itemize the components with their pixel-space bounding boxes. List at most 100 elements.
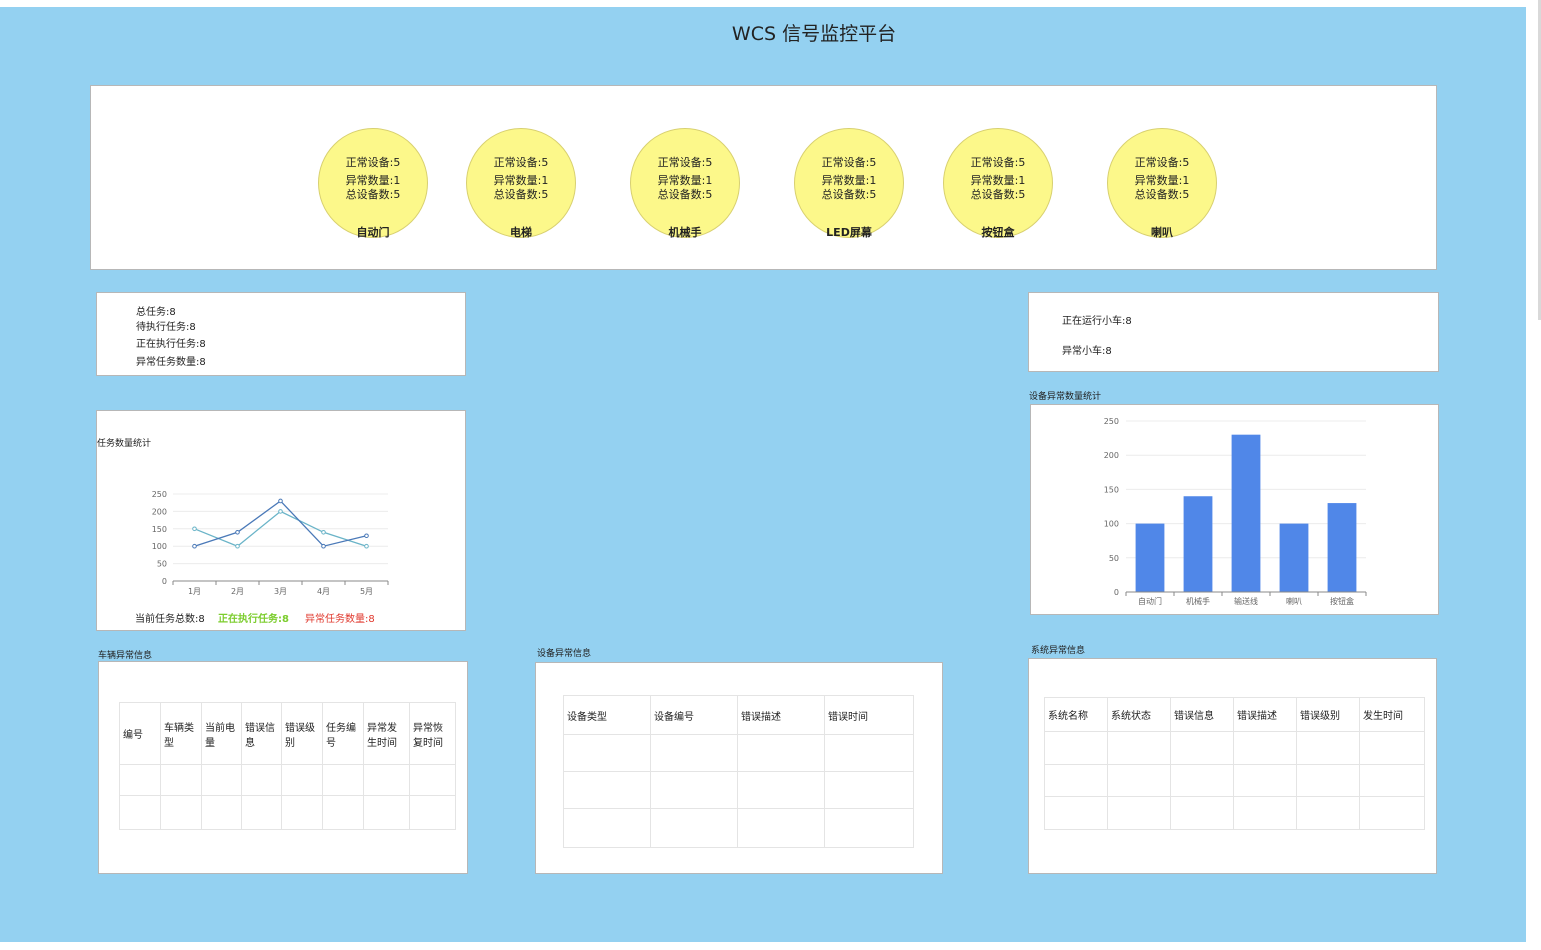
device-name: 喇叭 <box>1151 226 1173 239</box>
col-header[interactable]: 错误信息 <box>1170 697 1234 732</box>
data-point <box>192 526 197 532</box>
table-row[interactable] <box>563 771 914 809</box>
col-header[interactable]: 错误级别 <box>281 702 323 765</box>
normal-count: 正常设备:5 <box>1134 156 1190 169</box>
col-header[interactable]: 设备编号 <box>650 695 738 735</box>
data-point <box>278 509 283 514</box>
x-tick-label: 5月 <box>360 587 373 596</box>
device-circle-button-box[interactable]: 正常设备:5 异常数量:1 总设备数:5 按钮盒 <box>943 128 1053 239</box>
data-point <box>321 543 326 549</box>
device-circle-speaker[interactable]: 正常设备:5 异常数量:1 总设备数:5 喇叭 <box>1107 128 1217 239</box>
normal-count: 正常设备:5 <box>821 156 877 169</box>
device-name: LED屏幕 <box>826 226 872 239</box>
running-cars: 正在运行小车:8 <box>1062 316 1132 327</box>
page-title: WCS 信号监控平台 <box>731 23 897 45</box>
data-point <box>364 543 369 549</box>
x-tick-label: 1月 <box>188 587 201 596</box>
x-tick-label: 4月 <box>317 587 330 596</box>
y-tick-label: 200 <box>152 507 167 516</box>
table-row[interactable] <box>119 795 456 830</box>
system-table-panel: 系统名称 系统状态 错误信息 错误描述 错误级别 发生时间 <box>1028 658 1437 874</box>
table-row[interactable] <box>1044 731 1425 765</box>
device-table-panel: 设备类型 设备编号 错误描述 错误时间 <box>535 662 943 874</box>
bar <box>1279 523 1309 592</box>
running-task-count: 正在执行任务:8 <box>218 614 289 625</box>
total-count: 总设备数:5 <box>657 188 713 201</box>
col-header[interactable]: 错误时间 <box>824 695 914 735</box>
x-tick-label: 按钮盒 <box>1330 596 1354 606</box>
data-point <box>192 543 197 549</box>
y-tick-label: 100 <box>1104 520 1119 529</box>
y-tick-label: 150 <box>1104 485 1119 494</box>
total-tasks: 总任务:8 <box>136 307 176 318</box>
device-name: 按钮盒 <box>981 226 1015 239</box>
device-circle-elevator[interactable]: 正常设备:5 异常数量:1 总设备数:5 电梯 <box>466 128 576 239</box>
device-circle-led-screen[interactable]: 正常设备:5 异常数量:1 总设备数:5 LED屏幕 <box>794 128 904 239</box>
data-point <box>235 529 240 535</box>
col-header[interactable]: 异常发生时间 <box>363 702 410 765</box>
data-point <box>278 498 283 504</box>
table-row[interactable] <box>1044 764 1425 797</box>
bar <box>1135 523 1165 592</box>
task-line-chart: 0 50 100 150 200 250 1月 2月 3月 4月 5月 <box>152 490 389 596</box>
y-tick-label: 50 <box>1109 554 1119 563</box>
x-tick-label: 机械手 <box>1186 596 1210 606</box>
normal-count: 正常设备:5 <box>345 156 401 169</box>
y-tick-label: 50 <box>157 560 167 569</box>
col-header[interactable]: 系统名称 <box>1044 697 1108 732</box>
car-summary-panel: 正在运行小车:8 异常小车:8 <box>1028 292 1439 372</box>
col-header[interactable]: 当前电量 <box>201 702 242 765</box>
x-tick-label: 输送线 <box>1234 596 1258 606</box>
col-header[interactable]: 系统状态 <box>1107 697 1171 732</box>
col-header[interactable]: 异常恢复时间 <box>409 702 456 765</box>
col-header[interactable]: 编号 <box>119 702 161 765</box>
running-tasks: 正在执行任务:8 <box>136 339 206 350</box>
device-overview-panel: 正常设备:5 异常数量:1 总设备数:5 自动门 正常设备:5 异常数量:1 总… <box>90 85 1437 270</box>
total-count: 总设备数:5 <box>1134 188 1190 201</box>
table-row[interactable] <box>563 808 914 848</box>
device-name: 电梯 <box>510 226 532 239</box>
y-tick-label: 250 <box>152 490 167 499</box>
vehicle-abnormal-table: 编号 车辆类型 当前电量 错误信息 错误级别 任务编号 异常发生时间 异常恢复时… <box>119 702 456 830</box>
y-tick-label: 0 <box>1114 588 1119 597</box>
table-row[interactable] <box>119 764 456 796</box>
device-chart-panel: 0 50 100 150 200 250 自动门 机械手 输送线 喇叭 按钮盒 <box>1030 404 1439 615</box>
bar <box>1231 434 1261 592</box>
system-table-title: 系统异常信息 <box>1031 646 1086 656</box>
total-count: 总设备数:5 <box>345 188 401 201</box>
x-tick-label: 自动门 <box>1138 596 1162 606</box>
col-header[interactable]: 车辆类型 <box>160 702 202 765</box>
total-count: 总设备数:5 <box>970 188 1026 201</box>
y-tick-label: 250 <box>1104 417 1119 426</box>
table-row[interactable] <box>1044 796 1425 830</box>
col-header[interactable]: 发生时间 <box>1359 697 1425 732</box>
data-point <box>321 529 326 535</box>
y-tick-label: 100 <box>152 542 167 551</box>
device-circle-robot-arm[interactable]: 正常设备:5 异常数量:1 总设备数:5 机械手 <box>630 128 740 239</box>
device-circle-auto-door[interactable]: 正常设备:5 异常数量:1 总设备数:5 自动门 <box>318 128 428 239</box>
col-header[interactable]: 任务编号 <box>322 702 364 765</box>
table-row[interactable] <box>563 734 914 772</box>
device-abnormal-table: 设备类型 设备编号 错误描述 错误时间 <box>563 695 914 848</box>
device-chart-title: 设备异常数量统计 <box>1029 392 1102 402</box>
normal-count: 正常设备:5 <box>657 156 713 169</box>
data-point <box>364 533 369 539</box>
col-header[interactable]: 错误级别 <box>1296 697 1360 732</box>
col-header[interactable]: 错误描述 <box>737 695 825 735</box>
x-tick-label: 喇叭 <box>1286 596 1302 606</box>
abnormal-cars: 异常小车:8 <box>1062 346 1112 357</box>
system-abnormal-table: 系统名称 系统状态 错误信息 错误描述 错误级别 发生时间 <box>1044 697 1425 830</box>
col-header[interactable]: 错误信息 <box>241 702 282 765</box>
col-header[interactable]: 设备类型 <box>563 695 651 735</box>
col-header[interactable]: 错误描述 <box>1233 697 1297 732</box>
total-count: 总设备数:5 <box>821 188 877 201</box>
total-count: 总设备数:5 <box>493 188 549 201</box>
normal-count: 正常设备:5 <box>970 156 1026 169</box>
bar <box>1327 503 1357 592</box>
table-header-row: 系统名称 系统状态 错误信息 错误描述 错误级别 发生时间 <box>1044 697 1425 732</box>
x-tick-label: 3月 <box>274 587 287 596</box>
table-header-row: 设备类型 设备编号 错误描述 错误时间 <box>563 695 914 735</box>
task-summary-panel: 总任务:8 待执行任务:8 正在执行任务:8 异常任务数量:8 <box>96 292 466 376</box>
y-tick-label: 150 <box>152 525 167 534</box>
device-table-title: 设备异常信息 <box>537 649 592 659</box>
